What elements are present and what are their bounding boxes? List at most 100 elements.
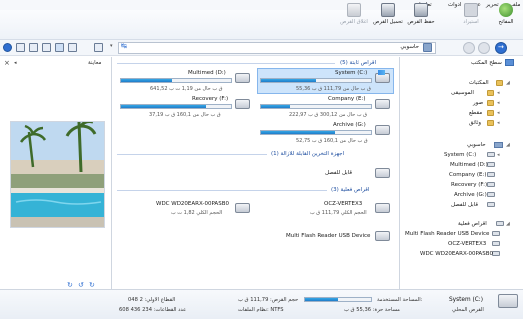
view-mode-icon[interactable] [94,43,103,52]
drive-name[interactable]: Multimed (D:) [188,70,226,76]
tree-pictures[interactable]: صور [473,100,483,106]
section-removable[interactable]: اجهزة التخرين القابلة للازالة (1) [271,151,344,157]
drive-free-text: 52,75 ق ب حال من 160,1 ق ب [296,138,368,144]
videos-icon [487,110,494,116]
drive-usage-fill [261,131,335,134]
expand-arrow-icon[interactable]: ◂ [497,110,500,116]
view-details-icon[interactable] [55,43,64,52]
drive-name: System (C:) [335,70,368,76]
close-disk-button[interactable]: اغلاق القرص [337,2,371,29]
tree-documents[interactable]: وثائق [469,120,481,126]
usb-reader-icon [375,231,390,241]
expand-arrow-icon[interactable]: ◂ [497,152,500,158]
drive-icon [487,182,495,187]
tree-physical[interactable]: اقراص فعلية [458,221,487,227]
section-divider [117,190,327,191]
rotate-right-icon[interactable]: ↻ [89,281,95,289]
expand-arrow-icon[interactable]: ◢ [506,142,510,148]
save-disk-button[interactable]: حفظ القرص [404,2,438,29]
tree-usb-reader[interactable]: Multi Flash Reader USB Device [405,231,489,237]
tree-drive-e[interactable]: Company (E:) [449,172,487,178]
drive-name[interactable]: Company (E:) [328,96,366,102]
preview-image [10,121,105,228]
physical-disk-name[interactable]: OCZ-VERTEX3 [324,201,362,207]
drive-icon [375,125,390,135]
libraries-icon [496,80,503,86]
load-disk-icon [381,3,395,17]
up-button[interactable] [463,42,475,54]
view-list-icon[interactable] [42,43,51,52]
status-usage-fill [305,298,338,301]
section-physical[interactable]: اقراص فعلية (3) [331,187,369,193]
rotate-left-icon[interactable]: ↺ [78,281,84,289]
drive-usage-bar [120,78,232,83]
section-divider [117,63,335,64]
physical-disk-name[interactable]: WDC WD20EARX-00PASB0 [156,201,229,207]
status-file-system: نظام الملفات: NTFS [238,307,284,313]
address-input[interactable] [118,42,436,54]
drive-usage-fill [261,79,316,82]
tree-drive-c[interactable]: System (C:) [444,152,476,158]
status-sector-count: عدد القطاعات: 234 436 608 [119,307,187,313]
pictures-icon [487,100,494,106]
drive-name[interactable]: Archive (G:) [333,122,366,128]
restore-button[interactable]: استيراد [454,2,488,29]
drive-usage-fill [121,79,172,82]
open-button[interactable]: المفاتح [489,2,523,29]
status-bar [0,289,523,319]
tree-drive-d[interactable]: Multimed (D:) [450,162,488,168]
hdd-icon [375,203,390,213]
preview-title: معاينة [88,60,102,66]
load-disk-button[interactable]: تحميل القرص [371,2,405,29]
tree-drive-f[interactable]: Recovery (F:) [451,182,487,188]
expand-arrow-icon[interactable]: ◂ [497,100,500,106]
view-tiles-icon[interactable] [68,43,77,52]
pin-icon[interactable]: ◂ [14,60,17,66]
tree-videos[interactable]: مقطع [469,110,482,116]
tree-computer[interactable]: حاسوبي [467,142,486,148]
section-hard-disks[interactable]: اقراص ثابتة (5) [340,60,376,66]
computer-icon [423,43,432,52]
music-icon [487,90,494,96]
drive-usage-bar [260,78,372,83]
expand-arrow-icon[interactable]: ◂ [497,120,500,126]
tree-music[interactable]: الموسيقى [451,90,474,96]
windows-logo-icon [378,70,385,75]
drive-name[interactable]: Recovery (F:) [192,96,228,102]
drive-usage-fill [261,105,290,108]
refresh-icon[interactable]: ↹ [121,42,127,50]
save-icon[interactable] [29,43,38,52]
tree-wdc[interactable]: WDC WD20EARX-00PASB0 [420,251,493,257]
drive-usage-fill [121,105,206,108]
tree-drive-g[interactable]: Archive (G:) [454,192,487,198]
drive-icon [487,192,495,197]
tree-libraries[interactable]: المكتبات [469,80,489,86]
tree-desktop[interactable]: سطح المكتب [471,60,502,66]
tree-removable[interactable]: قابل للفصل [451,202,478,208]
chevron-down-icon[interactable]: ▾ [110,43,113,49]
expand-arrow-icon[interactable]: ◢ [506,221,510,227]
camera-icon [464,3,478,17]
drive-icon [487,172,495,177]
close-icon[interactable]: × [4,59,10,67]
section-divider [117,154,267,155]
tree-ocz[interactable]: OCZ-VERTEX3 [448,241,486,247]
expand-arrow-icon[interactable]: ◂ [497,90,500,96]
desktop-icon [505,59,514,66]
menu-bar [0,0,523,10]
forward-button[interactable] [478,42,490,54]
drive-icon [487,202,495,207]
search-icon[interactable] [16,43,25,52]
status-used-label: المساحة المستخدمة: [377,297,423,303]
toolbar [0,10,523,40]
documents-icon [487,120,494,126]
physical-disk-name[interactable]: Multi Flash Reader USB Device [286,233,370,239]
settings-icon[interactable] [3,43,12,52]
drive-icon [487,162,495,167]
expand-arrow-icon[interactable]: ◢ [506,80,510,86]
removable-drive-name[interactable]: قابل للفصل [325,170,352,176]
status-free-space: مساحة حرة: 55,36 ق ب [344,307,400,313]
back-arrow-icon: → [498,43,504,51]
flip-icon[interactable]: ↻ [67,281,73,289]
drive-icon [235,73,250,83]
